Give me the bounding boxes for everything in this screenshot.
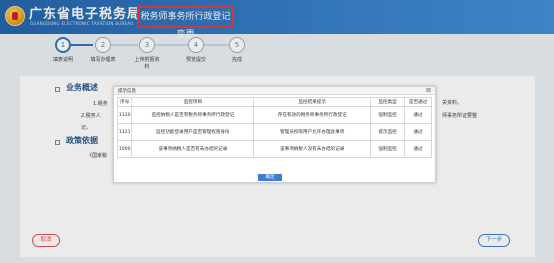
close-icon[interactable]: ⊠ [426,87,431,94]
dialog-title: 提示信息 [118,89,136,94]
tip-dialog: 提示信息 ⊠ 序号 监控项目 监控结果提示 监控类型 是否通过 1120 监控纳… [113,86,436,183]
cell-seq: 1000 [116,140,133,158]
cell-pass: 通过 [404,106,432,124]
table-row: 1000 该事项纳税人是否有未办结的记录 该事项纳税人没有未办结的记录 强制监控… [116,140,432,158]
dialog-header: 提示信息 ⊠ [114,87,435,95]
cell-item: 该事项纳税人是否有未办结的记录 [131,140,255,158]
column-header: 序号 [116,97,133,107]
cell-result: 管理员权限用户允许办理此事项 [253,123,372,141]
column-header: 监控项目 [131,97,255,107]
cell-seq: 1121 [116,123,133,141]
cell-item: 监控功能登录用户是否管理权限身份 [131,123,255,141]
column-header: 监控结果提示 [253,97,372,107]
cell-pass: 通过 [404,123,432,141]
table-row: 1121 监控功能登录用户是否管理权限身份 管理员权限用户允许办理此事项 提示监… [116,123,432,141]
cell-item: 监控纳税人是否有税务师事务所行政登记 [131,106,255,124]
confirm-button[interactable]: 确定 [258,174,282,181]
cell-type: 提示监控 [370,123,406,141]
cell-seq: 1120 [116,106,133,124]
cell-type: 强制监控 [370,106,406,124]
table-header-row: 序号 监控项目 监控结果提示 监控类型 是否通过 [116,97,432,107]
monitor-table: 序号 监控项目 监控结果提示 监控类型 是否通过 1120 监控纳税人是否有税务… [116,97,432,158]
cell-result: 存在有效的税务师事务所行政登记 [253,106,372,124]
cell-type: 强制监控 [370,140,406,158]
column-header: 监控类型 [370,97,406,107]
cell-result: 该事项纳税人没有未办结的记录 [253,140,372,158]
cell-pass: 通过 [404,140,432,158]
column-header: 是否通过 [404,97,432,107]
table-row: 1120 监控纳税人是否有税务师事务所行政登记 存在有效的税务师事务所行政登记 … [116,106,432,124]
